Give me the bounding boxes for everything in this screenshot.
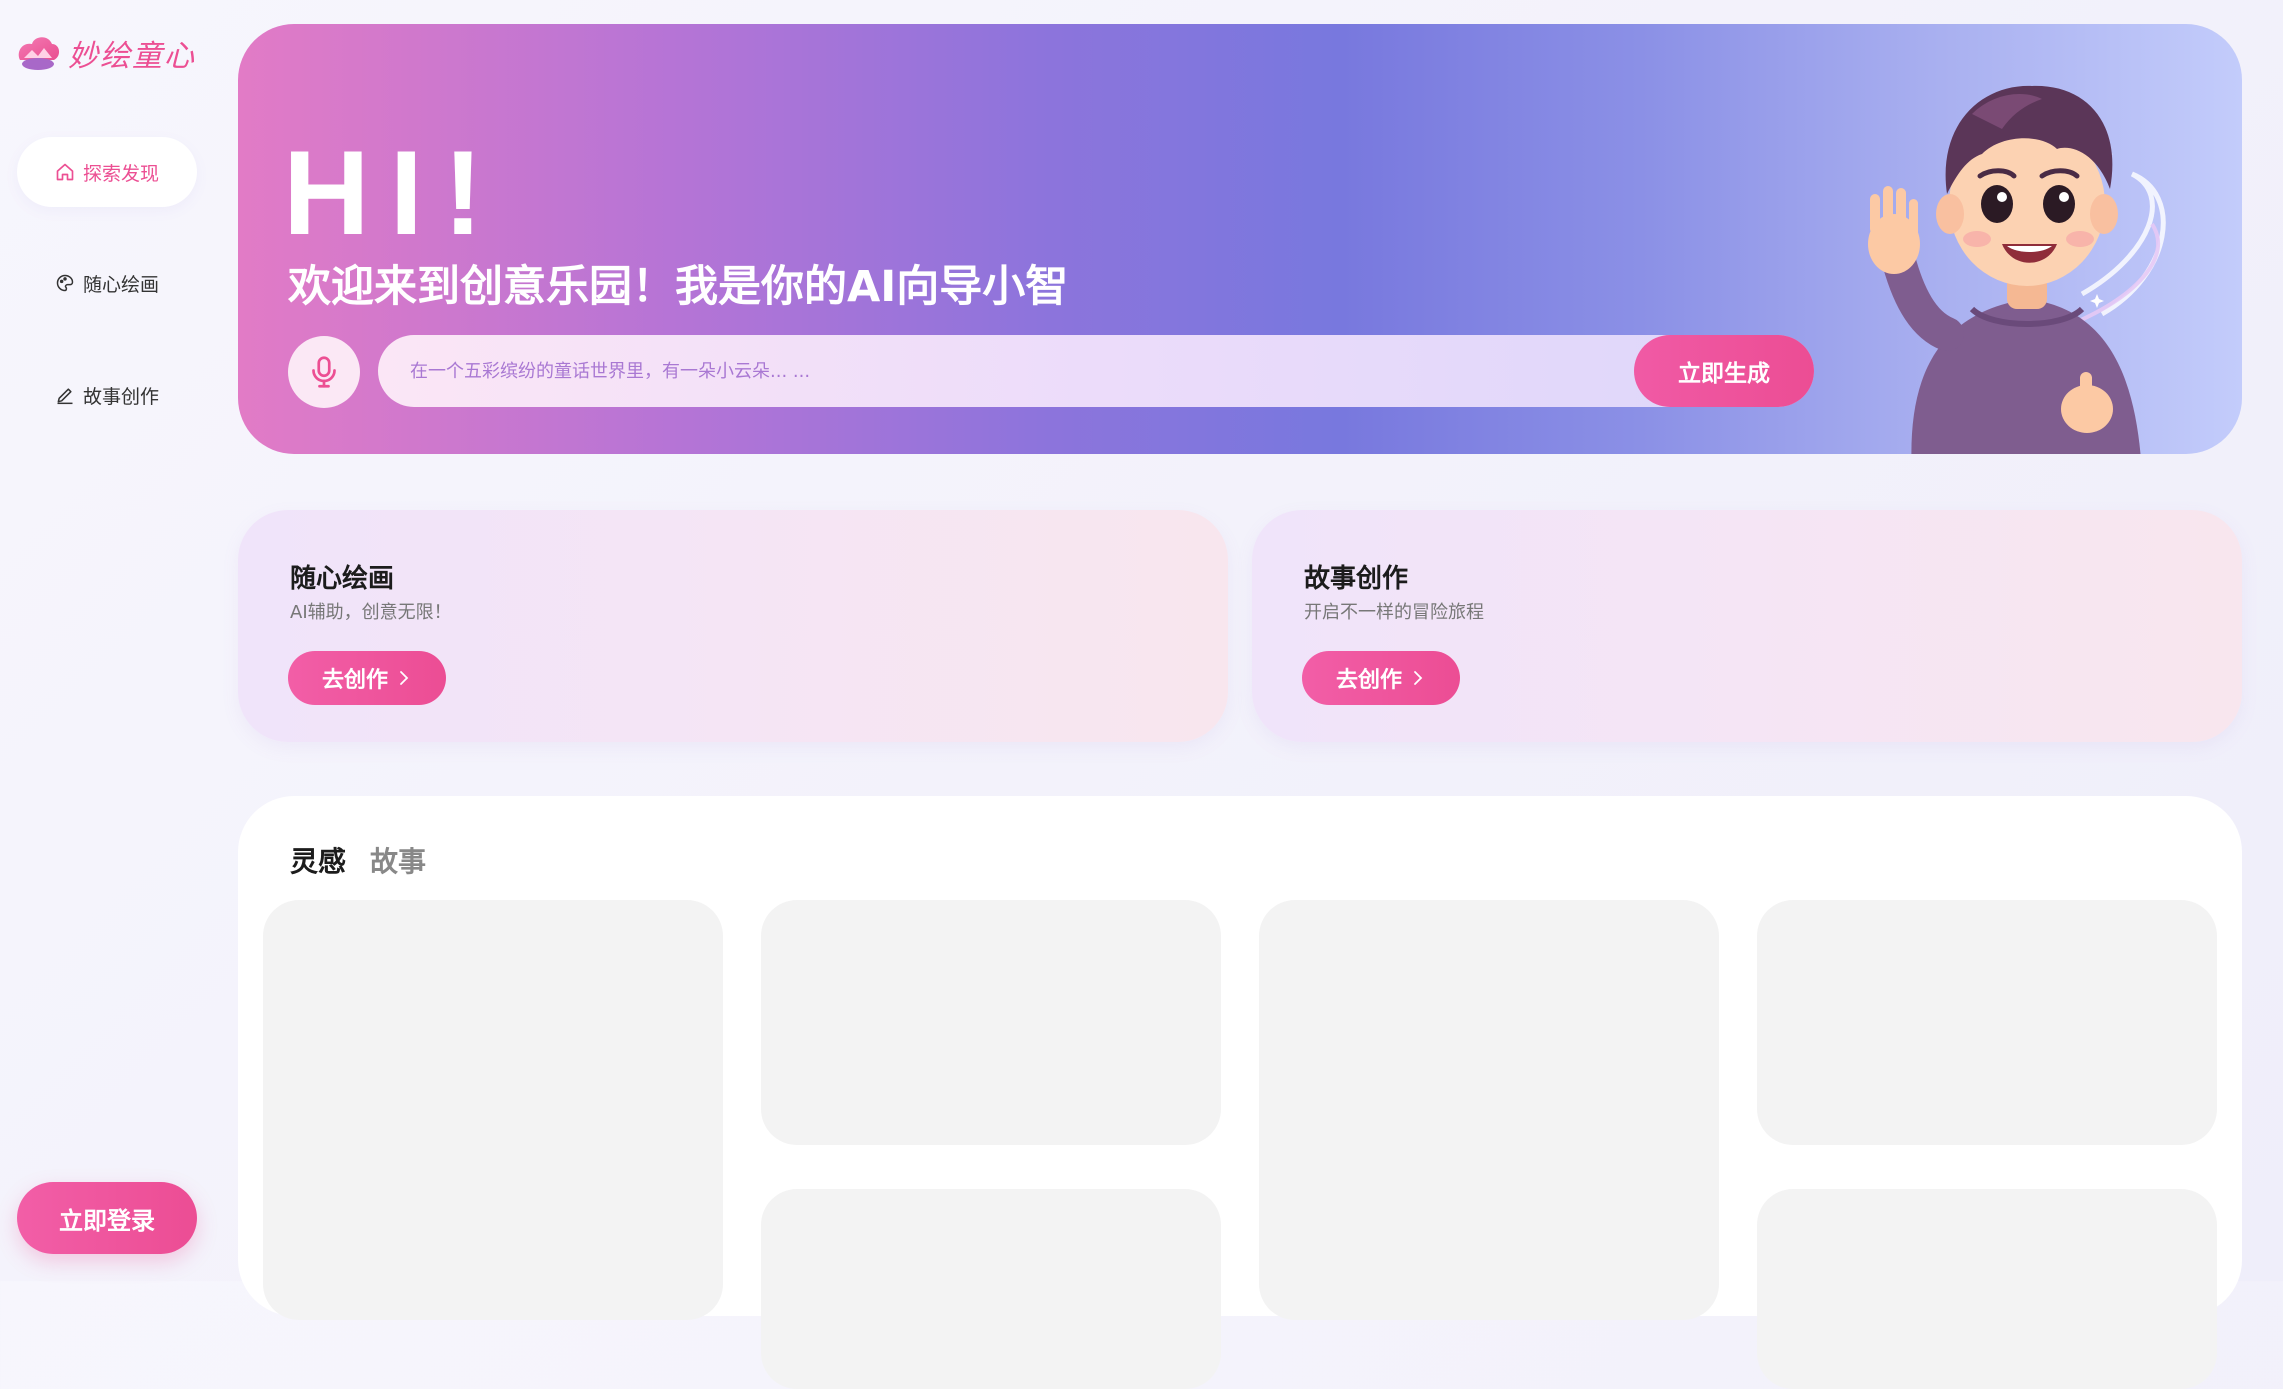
chevron-right-icon [1414,671,1423,685]
feature-title: 故事创作 [1304,564,1409,594]
home-icon [56,163,74,181]
gallery-tile-placeholder[interactable] [1757,1189,2217,1389]
tab-inspiration[interactable]: 灵感 [290,840,346,880]
ai-guide-character-illustration [1868,85,2166,454]
chevron-right-icon [400,671,409,685]
pen-icon [57,388,73,405]
create-story-button[interactable]: 去创作 [1302,651,1460,705]
login-button[interactable]: 立即登录 [17,1182,197,1254]
sidebar-item-story[interactable]: 故事创作 [17,360,197,430]
generate-button[interactable]: 立即生成 [1634,335,1814,407]
voice-input-button[interactable] [288,336,360,408]
gallery-tile-placeholder[interactable] [263,900,723,1320]
sidebar-item-label: 探索发现 [82,162,159,185]
microphone-icon [312,356,336,388]
sidebar-item-explore[interactable]: 探索发现 [17,137,197,207]
feature-card-story: 故事创作 开启不一样的冒险旅程 去创作 [1252,510,2242,742]
feature-card-drawing: 随心绘画 AI辅助，创意无限！ 去创作 [238,510,1228,742]
gallery-tabs: 灵感 故事 [290,840,426,880]
logo-text: 妙绘童心 [68,39,196,74]
prompt-bar: 立即生成 [378,335,1814,407]
feature-subtitle: AI辅助，创意无限！ [290,602,452,623]
feature-title: 随心绘画 [290,564,395,594]
create-drawing-button[interactable]: 去创作 [288,651,446,705]
feature-subtitle: 开启不一样的冒险旅程 [1304,602,1484,623]
sidebar-item-label: 故事创作 [82,385,159,408]
sidebar-item-drawing[interactable]: 随心绘画 [17,248,197,318]
gallery-panel: 灵感 故事 [238,796,2242,1389]
prompt-input[interactable] [378,335,1618,407]
sidebar-item-label: 随心绘画 [82,273,159,296]
gallery-tile-placeholder[interactable] [761,1189,1221,1389]
app-logo[interactable]: 妙绘童心 [14,28,196,78]
logo-cloud-icon [18,37,60,70]
palette-icon [56,274,74,292]
gallery-tile-placeholder[interactable] [761,900,1221,1145]
gallery-tile-placeholder[interactable] [1757,900,2217,1145]
hero-banner: HI! 欢迎来到创意乐园！我是你的AI向导小智 立即生成 [238,24,2242,454]
hero-greeting: HI! [283,126,503,260]
gallery-tile-placeholder[interactable] [1259,900,1719,1320]
tab-stories[interactable]: 故事 [370,840,426,880]
create-button-label: 去创作 [1335,668,1402,693]
hero-welcome-text: 欢迎来到创意乐园！我是你的AI向导小智 [288,262,1069,312]
create-button-label: 去创作 [321,668,388,693]
sidebar: 妙绘童心 探索发现 随心绘画 故事创作 立即登录 [0,0,215,1281]
